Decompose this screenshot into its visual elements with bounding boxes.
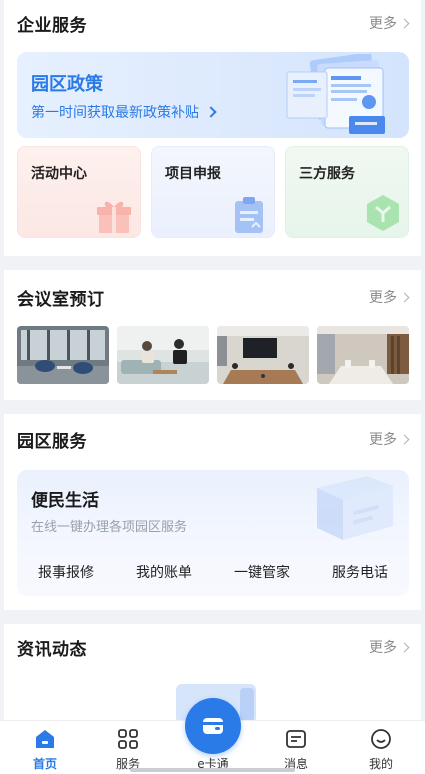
enterprise-header: 企业服务 更多 bbox=[17, 0, 410, 46]
hexagon-icon bbox=[367, 195, 399, 231]
home-icon bbox=[36, 730, 54, 748]
meeting-room-list bbox=[17, 326, 409, 384]
enterprise-title: 企业服务 bbox=[17, 15, 87, 36]
tab-profile[interactable]: 我的 bbox=[351, 727, 411, 772]
butler-button[interactable]: 一键管家 bbox=[234, 562, 290, 582]
life-actions: 报事报修 我的账单 一键管家 服务电话 bbox=[17, 562, 409, 582]
service-phone-button[interactable]: 服务电话 bbox=[332, 562, 388, 582]
report-repair-button[interactable]: 报事报修 bbox=[38, 562, 94, 582]
policy-subtitle: 第一时间获取最新政策补贴 bbox=[31, 102, 217, 122]
meeting-title: 会议室预订 bbox=[17, 289, 105, 310]
news-more-link[interactable]: 更多 bbox=[369, 637, 410, 657]
chevron-right-icon bbox=[399, 434, 410, 444]
more-label: 更多 bbox=[369, 16, 397, 32]
meeting-header: 会议室预订 更多 bbox=[17, 274, 410, 320]
news-title: 资讯动态 bbox=[17, 639, 87, 660]
meeting-more-link[interactable]: 更多 bbox=[369, 287, 410, 307]
tile-label: 三方服务 bbox=[299, 166, 355, 182]
meeting-room-photo[interactable] bbox=[217, 326, 309, 384]
chevron-right-icon bbox=[399, 642, 410, 652]
enterprise-tiles: 活动中心 项目申报 三方服务 bbox=[17, 146, 409, 238]
tile-project-declaration[interactable]: 项目申报 bbox=[151, 146, 275, 238]
policy-title: 园区政策 bbox=[31, 74, 103, 95]
park-section: 园区服务 更多 便民生活 在线一键办理各项园区服务 报事报修 我的账单 一键管家… bbox=[4, 414, 421, 610]
chevron-right-icon bbox=[205, 106, 217, 118]
more-label: 更多 bbox=[369, 640, 397, 656]
chevron-right-icon bbox=[399, 292, 410, 302]
life-title: 便民生活 bbox=[31, 491, 99, 511]
home-indicator bbox=[130, 768, 295, 772]
my-bill-button[interactable]: 我的账单 bbox=[136, 562, 192, 582]
tile-third-party-service[interactable]: 三方服务 bbox=[285, 146, 409, 238]
tab-profile-label: 我的 bbox=[368, 757, 393, 771]
meeting-section: 会议室预订 更多 bbox=[4, 270, 421, 400]
tab-home[interactable]: 首页 bbox=[15, 727, 75, 772]
policy-banner[interactable]: 园区政策 第一时间获取最新政策补贴 bbox=[17, 52, 409, 138]
chevron-right-icon bbox=[399, 18, 410, 28]
ecard-button[interactable] bbox=[185, 698, 241, 754]
wallet-icon bbox=[203, 718, 223, 734]
clipboard-icon bbox=[235, 197, 263, 233]
tile-label: 活动中心 bbox=[31, 166, 87, 182]
policy-document-illustration-icon bbox=[286, 54, 385, 134]
park-title: 园区服务 bbox=[17, 431, 87, 452]
tile-activity-center[interactable]: 活动中心 bbox=[17, 146, 141, 238]
news-header: 资讯动态 更多 bbox=[17, 624, 410, 670]
life-subtitle: 在线一键办理各项园区服务 bbox=[31, 520, 188, 535]
tab-messages[interactable]: 消息 bbox=[266, 727, 326, 772]
gift-icon bbox=[97, 201, 131, 233]
park-header: 园区服务 更多 bbox=[17, 416, 410, 462]
convenience-life-card[interactable]: 便民生活 在线一键办理各项园区服务 报事报修 我的账单 一键管家 服务电话 bbox=[17, 470, 409, 596]
enterprise-more-link[interactable]: 更多 bbox=[369, 13, 410, 33]
meeting-room-photo[interactable] bbox=[117, 326, 209, 384]
box-illustration-icon bbox=[317, 476, 393, 540]
tab-home-label: 首页 bbox=[32, 757, 57, 771]
tile-label: 项目申报 bbox=[165, 166, 221, 182]
park-more-link[interactable]: 更多 bbox=[369, 429, 410, 449]
meeting-room-photo[interactable] bbox=[17, 326, 109, 384]
grid-icon bbox=[118, 729, 138, 749]
policy-subtitle-text: 第一时间获取最新政策补贴 bbox=[31, 105, 199, 121]
enterprise-section: 企业服务 更多 园区政策 第一时间获取最新政策补贴 活动中心 项目申报 三方服务 bbox=[4, 0, 421, 256]
more-label: 更多 bbox=[369, 432, 397, 448]
tab-services[interactable]: 服务 bbox=[98, 727, 158, 772]
more-label: 更多 bbox=[369, 290, 397, 306]
smile-icon bbox=[371, 729, 391, 749]
meeting-room-photo[interactable] bbox=[317, 326, 409, 384]
message-icon bbox=[286, 730, 306, 748]
